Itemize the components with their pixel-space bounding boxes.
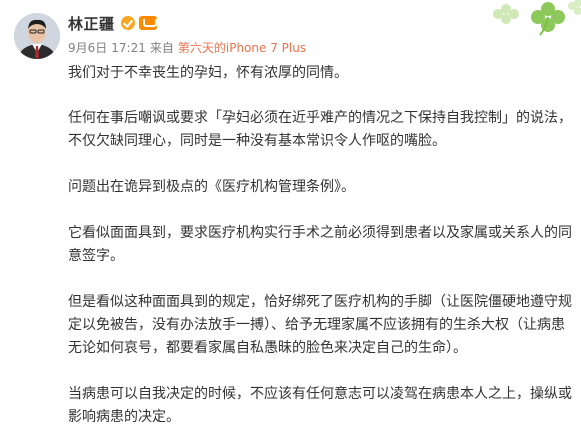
paragraph-1: 我们对于不幸丧生的孕妇，怀有浓厚的同情。: [68, 65, 348, 81]
user-name[interactable]: 林正疆: [68, 13, 115, 34]
paragraph-5: 但是看似这种面面具到的规定，恰好绑死了医疗机构的手脚（让医院僵硬地遵守规定以免被…: [68, 294, 572, 356]
clover-icon: [493, 0, 581, 36]
post-date[interactable]: 9月6日: [68, 41, 107, 55]
weibo-post: 林正疆 9月6日 17:21 来自 第六天的iPhone 7 Plus 我们对于不幸丧…: [0, 0, 581, 436]
avatar[interactable]: [14, 13, 60, 59]
paragraph-3: 问题出在诡异到极点的《医疗机构管理条例》。: [68, 179, 355, 195]
vip-member-icon[interactable]: [138, 16, 157, 30]
from-label: 来自: [149, 41, 174, 55]
paragraph-6: 当病患可以自我决定的时候，不应该有任何意志可以凌驾在病患本人之上，操纵或影响病患…: [68, 386, 572, 425]
verified-badge-icon[interactable]: [120, 16, 135, 30]
post-time[interactable]: 17:21: [111, 41, 146, 55]
post-source[interactable]: 第六天的iPhone 7 Plus: [178, 41, 306, 55]
paragraph-4: 它看似面面具到，要求医疗机构实行手术之前必须得到患者以及家属或关系人的同意签字。: [68, 225, 572, 264]
paragraph-2: 任何在事后嘲讽或要求「孕妇必须在近乎难产的情况之下保持自我控制」的说法，不仅欠缺…: [68, 110, 572, 149]
post-meta: 9月6日 17:21 来自 第六天的iPhone 7 Plus: [68, 39, 306, 56]
author-row: 林正疆: [68, 12, 157, 34]
